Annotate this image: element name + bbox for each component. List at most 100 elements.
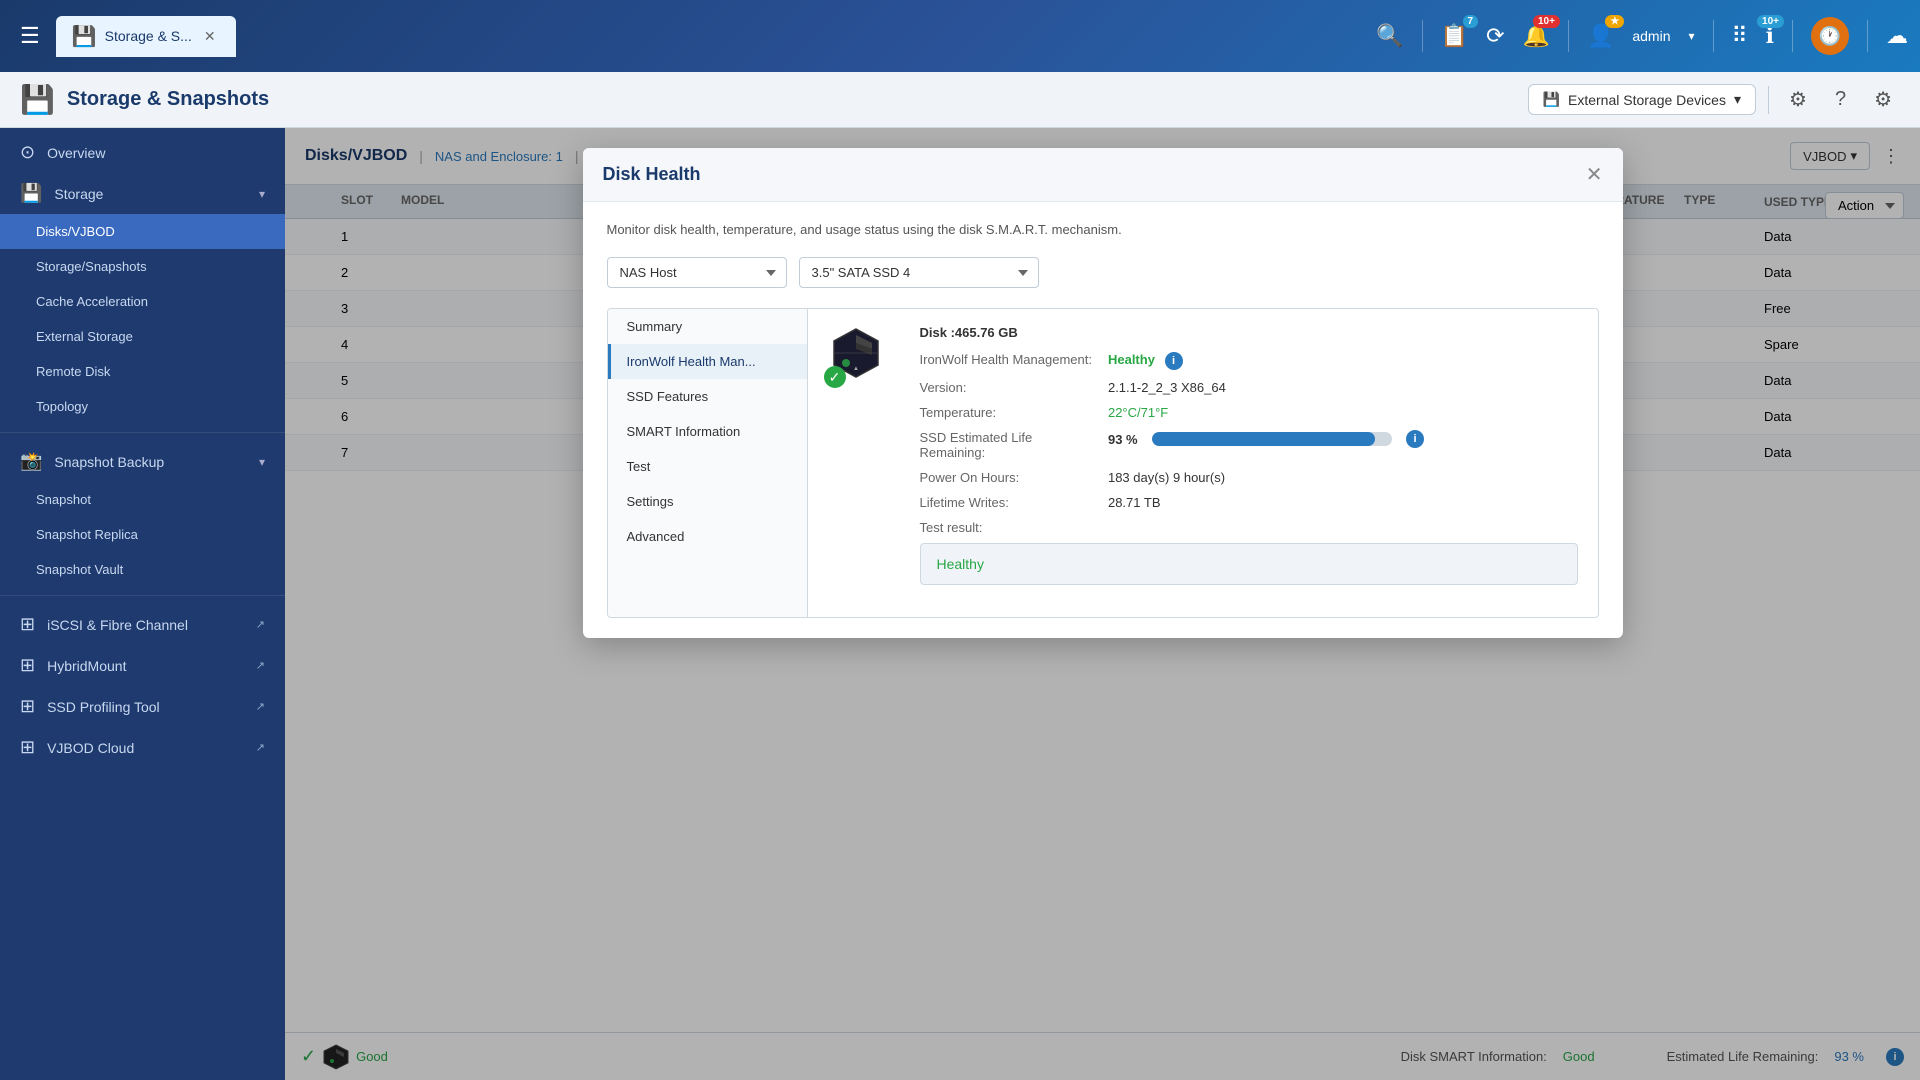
notifications-icon[interactable]: 🔔 10+: [1523, 23, 1550, 49]
sidebar-divider2: [0, 595, 285, 596]
modal-title: Disk Health: [603, 164, 701, 185]
power-on-label: Power On Hours:: [920, 470, 1092, 485]
health-info-icon[interactable]: i: [1165, 352, 1183, 370]
progress-bar-wrap: 93 % i: [1108, 430, 1578, 448]
info-icon[interactable]: ℹ 10+: [1766, 23, 1774, 49]
ssd-life-value: 93 % i: [1108, 430, 1578, 448]
sidebar-item-snapshot-replica[interactable]: Snapshot Replica: [0, 517, 285, 552]
modal-description: Monitor disk health, temperature, and us…: [607, 222, 1599, 237]
disk-selector[interactable]: 3.5" SATA SSD 4: [799, 257, 1039, 288]
ssd-profiling-ext-icon: ↗: [256, 700, 265, 713]
host-selector[interactable]: NAS Host: [607, 257, 787, 288]
nav-item-smart-info[interactable]: SMART Information: [608, 414, 807, 449]
power-on-value: 183 day(s) 9 hour(s): [1108, 470, 1578, 485]
hamburger-icon[interactable]: ☰: [12, 15, 48, 57]
user-icon[interactable]: 👤 ★: [1587, 23, 1614, 49]
ext-storage-label: External Storage Devices: [1568, 92, 1726, 108]
sidebar-section-snapshot: 📸 Snapshot Backup ▾ Snapshot Snapshot Re…: [0, 437, 285, 591]
lifetime-writes-label: Lifetime Writes:: [920, 495, 1092, 510]
disk-size: Disk :465.76 GB: [920, 325, 1578, 340]
sidebar-item-snapshot-vault[interactable]: Snapshot Vault: [0, 552, 285, 587]
sidebar-item-disks-vjbod[interactable]: Disks/VJBOD: [0, 214, 285, 249]
iscsi-icon: ⊞: [20, 614, 35, 635]
sidebar-item-overview[interactable]: ⊙ Overview: [0, 132, 285, 173]
main-layout: ⊙ Overview 💾 Storage ▾ Disks/VJBOD Stora…: [0, 128, 1920, 1080]
appbar-divider: [1768, 86, 1769, 114]
divider3: [1713, 20, 1714, 52]
temperature-label: Temperature:: [920, 405, 1092, 420]
snapshot-backup-arrow: ▾: [259, 455, 265, 469]
tasks-badge: 7: [1463, 15, 1479, 28]
health-status: Healthy: [1108, 352, 1155, 367]
progress-bar-fill: [1152, 432, 1375, 446]
health-label: IronWolf Health Management:: [920, 352, 1092, 367]
storage-arrow: ▾: [259, 187, 265, 201]
sidebar-item-cache-acceleration[interactable]: Cache Acceleration: [0, 284, 285, 319]
overview-icon: ⊙: [20, 142, 35, 163]
divider2: [1568, 20, 1569, 52]
progress-bar: [1152, 432, 1392, 446]
temperature-value: 22°C/71°F: [1108, 405, 1578, 420]
nav-item-advanced[interactable]: Advanced: [608, 519, 807, 554]
logs-icon[interactable]: ⟳: [1486, 23, 1504, 49]
modal-nav: Summary IronWolf Health Man... SSD Featu…: [608, 309, 808, 617]
dots-icon[interactable]: ⠿: [1732, 23, 1748, 49]
admin-dropdown-icon[interactable]: ▾: [1688, 29, 1694, 43]
nav-item-summary[interactable]: Summary: [608, 309, 807, 344]
sidebar-item-vjbod-cloud[interactable]: ⊞ VJBOD Cloud ↗: [0, 727, 285, 768]
disk-health-modal: Disk Health ✕ Monitor disk health, tempe…: [583, 148, 1623, 638]
ext-storage-icon: 💾: [1543, 91, 1560, 108]
sidebar-section-tools: ⊞ iSCSI & Fibre Channel ↗ ⊞ HybridMount …: [0, 600, 285, 772]
modal-overlay: Disk Health ✕ Monitor disk health, tempe…: [285, 128, 1920, 1080]
tab-label: Storage & S...: [105, 28, 192, 44]
disk-icon-area: ▲ ✓: [828, 325, 884, 384]
external-storage-button[interactable]: 💾 External Storage Devices ▾: [1528, 84, 1756, 115]
cloud-icon[interactable]: ☁: [1886, 23, 1908, 49]
svg-text:▲: ▲: [853, 366, 859, 372]
ssd-profiling-icon: ⊞: [20, 696, 35, 717]
sidebar-item-hybridmount[interactable]: ⊞ HybridMount ↗: [0, 645, 285, 686]
tasks-icon[interactable]: 📋 7: [1441, 23, 1468, 49]
sidebar-item-snapshot[interactable]: Snapshot: [0, 482, 285, 517]
app-tab[interactable]: 💾 Storage & S... ✕: [56, 16, 236, 57]
detail-grid: IronWolf Health Management: Healthy i Ve…: [920, 352, 1578, 535]
modal-close-button[interactable]: ✕: [1586, 165, 1603, 185]
divider4: [1792, 20, 1793, 52]
sidebar-divider1: [0, 432, 285, 433]
version-value: 2.1.1-2_2_3 X86_64: [1108, 380, 1578, 395]
sidebar-item-storage[interactable]: 💾 Storage ▾: [0, 173, 285, 214]
sidebar-item-remote-disk[interactable]: Remote Disk: [0, 354, 285, 389]
search-icon[interactable]: 🔍: [1376, 23, 1403, 49]
help-icon[interactable]: ?: [1827, 84, 1854, 115]
nav-item-ironwolf[interactable]: IronWolf Health Man...: [608, 344, 807, 379]
config-icon[interactable]: ⚙: [1866, 83, 1900, 116]
nav-item-settings[interactable]: Settings: [608, 484, 807, 519]
disk-health-badge: ✓: [824, 366, 846, 388]
nav-item-ssd-features[interactable]: SSD Features: [608, 379, 807, 414]
sidebar-item-topology[interactable]: Topology: [0, 389, 285, 424]
sidebar-item-ssd-profiling[interactable]: ⊞ SSD Profiling Tool ↗: [0, 686, 285, 727]
tab-icon: 💾: [72, 24, 97, 49]
tab-close-icon[interactable]: ✕: [204, 28, 216, 45]
settings-icon[interactable]: ⚙: [1781, 83, 1815, 116]
appbar: 💾 Storage & Snapshots 💾 External Storage…: [0, 72, 1920, 128]
hybridmount-icon: ⊞: [20, 655, 35, 676]
notifications-badge: 10+: [1533, 15, 1560, 28]
ssd-life-info-icon[interactable]: i: [1406, 430, 1424, 448]
test-result-label: Test result:: [920, 520, 1092, 535]
ssd-percent: 93 %: [1108, 432, 1144, 447]
topbar-icons: 🔍 📋 7 ⟳ 🔔 10+ 👤 ★ admin ▾ ⠿ ℹ 10+ 🕐 ☁: [1376, 17, 1908, 55]
vjbod-cloud-icon: ⊞: [20, 737, 35, 758]
sidebar: ⊙ Overview 💾 Storage ▾ Disks/VJBOD Stora…: [0, 128, 285, 1080]
divider5: [1867, 20, 1868, 52]
test-result-box: Healthy: [920, 543, 1578, 585]
health-value: Healthy i: [1108, 352, 1578, 370]
sidebar-item-iscsi[interactable]: ⊞ iSCSI & Fibre Channel ↗: [0, 604, 285, 645]
avatar[interactable]: 🕐: [1811, 17, 1849, 55]
ext-storage-chevron: ▾: [1734, 91, 1741, 108]
sidebar-item-snapshot-backup[interactable]: 📸 Snapshot Backup ▾: [0, 441, 285, 482]
nav-item-test[interactable]: Test: [608, 449, 807, 484]
sidebar-item-external-storage[interactable]: External Storage: [0, 319, 285, 354]
sidebar-item-storage-snapshots[interactable]: Storage/Snapshots: [0, 249, 285, 284]
topbar: ☰ 💾 Storage & S... ✕ 🔍 📋 7 ⟳ 🔔 10+ 👤 ★ a…: [0, 0, 1920, 72]
